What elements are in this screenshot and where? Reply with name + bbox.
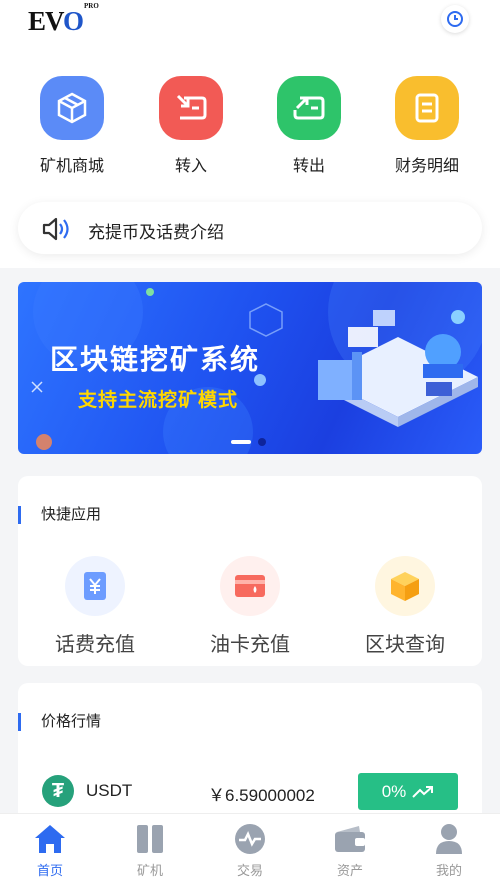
transfer-out-icon xyxy=(277,76,341,140)
speaker-icon xyxy=(40,215,72,248)
yen-card-icon xyxy=(65,556,125,616)
user-icon xyxy=(409,822,489,856)
banner-title: 区块链挖矿系统 xyxy=(50,344,261,375)
trend-up-icon xyxy=(412,785,434,798)
quick-item-phone-recharge[interactable]: 话费充值 xyxy=(25,556,165,657)
market-row[interactable]: ₮ USDT ￥6.59000002 0% xyxy=(18,773,482,813)
app-logo: EVOPRO xyxy=(28,2,99,37)
clock-icon[interactable] xyxy=(441,5,469,33)
tab-miner[interactable]: 矿机 xyxy=(110,822,190,879)
home-icon xyxy=(10,822,90,856)
tab-label: 首页 xyxy=(36,863,63,878)
tab-assets[interactable]: 资产 xyxy=(310,822,390,879)
ledger-icon xyxy=(395,76,459,140)
action-transfer-in[interactable]: 转入 xyxy=(136,76,246,176)
carousel-dot-active[interactable] xyxy=(231,440,251,444)
cube-icon xyxy=(40,76,104,140)
quick-actions: 矿机商城 转入 转出 财务明细 xyxy=(0,76,500,176)
quick-apps-title: 快捷应用 xyxy=(18,506,101,524)
block-cube-icon xyxy=(375,556,435,616)
trade-icon xyxy=(210,822,290,856)
coin-symbol: USDT xyxy=(86,781,133,800)
action-finance-detail[interactable]: 财务明细 xyxy=(372,76,482,176)
transfer-in-icon xyxy=(159,76,223,140)
banner-subtitle: 支持主流挖矿模式 xyxy=(78,390,239,411)
action-label: 转入 xyxy=(174,158,207,175)
notice-text: 充提币及话费介绍 xyxy=(88,223,224,242)
fuel-card-icon xyxy=(220,556,280,616)
action-label: 财务明细 xyxy=(394,158,459,175)
action-transfer-out[interactable]: 转出 xyxy=(254,76,364,176)
logo-sup: PRO xyxy=(83,2,99,10)
tab-label: 交易 xyxy=(236,863,263,878)
carousel-dot[interactable] xyxy=(258,438,266,446)
notice-bar[interactable]: 充提币及话费介绍 xyxy=(18,202,482,254)
change-badge[interactable]: 0% xyxy=(358,773,458,810)
coin-price: ￥6.59000002 xyxy=(208,786,315,805)
tether-icon: ₮ xyxy=(42,775,74,807)
header-area: EVOPRO 矿机商城 转入 转出 财务明细 充提币及话费介绍 xyxy=(0,0,500,268)
quick-item-label: 油卡充值 xyxy=(210,634,290,656)
tab-home[interactable]: 首页 xyxy=(10,822,90,879)
logo-text: EVO xyxy=(28,6,84,36)
change-value: 0% xyxy=(381,781,407,801)
tab-label: 我的 xyxy=(435,863,462,878)
tab-label: 矿机 xyxy=(136,863,163,878)
promo-banner[interactable]: 区块链挖矿系统 支持主流挖矿模式 xyxy=(18,282,482,454)
market-title: 价格行情 xyxy=(18,713,101,731)
quick-item-block-query[interactable]: 区块查询 xyxy=(335,556,475,657)
action-label: 转出 xyxy=(292,158,325,175)
quick-item-label: 区块查询 xyxy=(365,634,445,656)
quick-item-fuel-recharge[interactable]: 油卡充值 xyxy=(180,556,320,657)
action-mining-shop[interactable]: 矿机商城 xyxy=(17,76,127,176)
quick-item-label: 话费充值 xyxy=(55,634,135,656)
action-label: 矿机商城 xyxy=(39,158,104,175)
tab-profile[interactable]: 我的 xyxy=(409,822,489,879)
quick-apps-card: 快捷应用 话费充值 油卡充值 区块查询 xyxy=(18,476,482,666)
bottom-tabbar: 首页 矿机 交易 资产 我的 xyxy=(0,813,500,887)
miner-icon xyxy=(110,822,190,856)
tab-label: 资产 xyxy=(336,863,363,878)
tab-trade[interactable]: 交易 xyxy=(210,822,290,879)
wallet-icon xyxy=(310,822,390,856)
